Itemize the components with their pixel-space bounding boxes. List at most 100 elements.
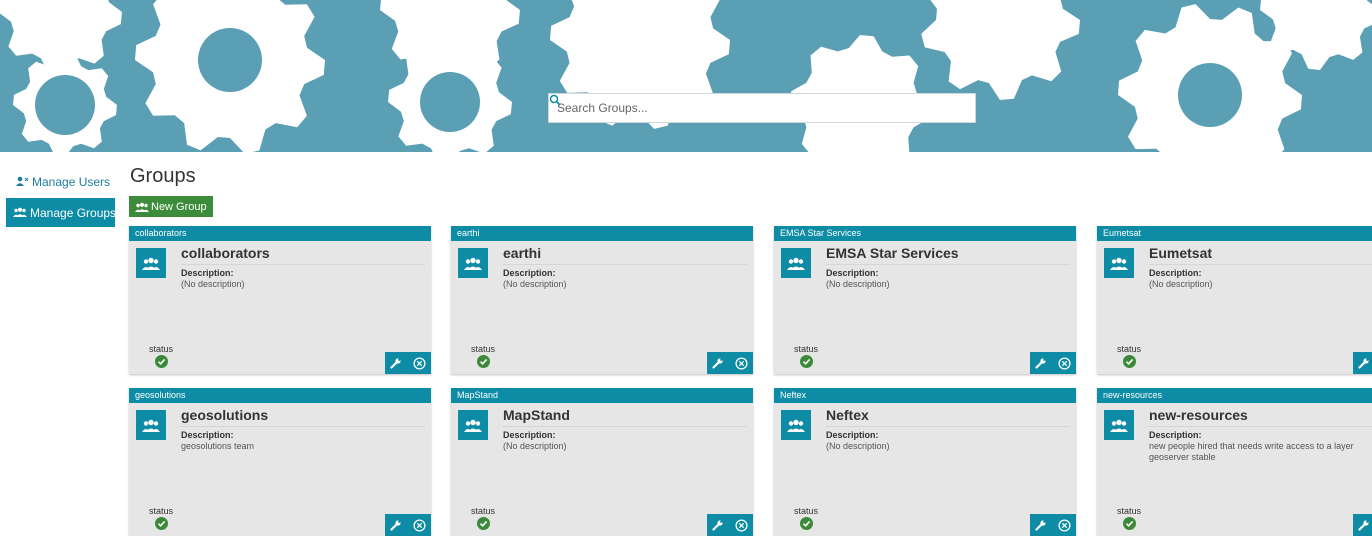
- group-avatar-icon: [1104, 410, 1134, 440]
- group-card-header: collaborators: [129, 226, 431, 241]
- description-label: Description:: [503, 430, 556, 440]
- status-enabled-icon: [1123, 517, 1136, 530]
- delete-circle-icon[interactable]: [1058, 356, 1071, 370]
- group-card[interactable]: MapStand MapStand Description: (No descr…: [451, 388, 753, 536]
- delete-circle-icon[interactable]: [735, 356, 748, 370]
- status-enabled-icon: [800, 355, 813, 368]
- status-label: status: [1117, 344, 1142, 354]
- description-label: Description:: [1149, 430, 1202, 440]
- card-actions: [1030, 514, 1076, 536]
- group-card-header: new-resources: [1097, 388, 1372, 403]
- status-label: status: [794, 344, 819, 354]
- status-enabled-icon: [155, 517, 168, 530]
- group-name: Neftex: [826, 407, 1070, 427]
- status-label: status: [471, 344, 496, 354]
- edit-wrench-icon[interactable]: [1358, 519, 1370, 531]
- group-name: MapStand: [503, 407, 747, 427]
- group-card-header: Eumetsat: [1097, 226, 1372, 241]
- page-title: Groups: [130, 165, 196, 187]
- group-avatar-icon: [781, 248, 811, 278]
- delete-circle-icon[interactable]: [735, 518, 748, 532]
- edit-wrench-icon[interactable]: [1035, 357, 1047, 369]
- delete-circle-icon[interactable]: [413, 518, 426, 532]
- card-actions: [1030, 352, 1076, 374]
- group-avatar-icon: [781, 410, 811, 440]
- group-card-header: geosolutions: [129, 388, 431, 403]
- card-actions: [385, 514, 431, 536]
- group-description: (No description): [181, 279, 245, 289]
- group-avatar-icon: [136, 248, 166, 278]
- group-description: geosolutions team: [181, 441, 255, 451]
- description-label: Description:: [181, 268, 234, 278]
- sidebar-item-label: Manage Users: [32, 175, 111, 189]
- edit-wrench-icon[interactable]: [712, 357, 724, 369]
- group-add-icon: [135, 202, 149, 212]
- sidebar-item-manage-groups[interactable]: Manage Groups: [6, 198, 117, 227]
- group-description: (No description): [1149, 279, 1213, 289]
- group-card[interactable]: geosolutions geosolutions Description: g…: [129, 388, 431, 536]
- edit-wrench-icon[interactable]: [1358, 357, 1370, 369]
- description-label: Description:: [503, 268, 556, 278]
- group-card-header: earthi: [451, 226, 753, 241]
- group-name: EMSA Star Services: [826, 245, 1070, 265]
- gears-pattern: [0, 0, 1372, 152]
- group-card[interactable]: Neftex Neftex Description: (No descripti…: [774, 388, 1076, 536]
- status-enabled-icon: [477, 517, 490, 530]
- description-label: Description:: [181, 430, 234, 440]
- gear-shape: [921, 0, 1080, 100]
- search-box[interactable]: [548, 93, 976, 123]
- group-card-header: MapStand: [451, 388, 753, 403]
- gear-hole: [198, 28, 262, 92]
- group-description: (No description): [826, 279, 890, 289]
- group-card-header: Neftex: [774, 388, 1076, 403]
- group-card[interactable]: Eumetsat Eumetsat Description: (No descr…: [1097, 226, 1372, 374]
- group-card[interactable]: collaborators collaborators Description:…: [129, 226, 431, 374]
- status-label: status: [794, 506, 819, 516]
- group-avatar-icon: [1104, 248, 1134, 278]
- card-actions: [707, 514, 753, 536]
- status-enabled-icon: [800, 517, 813, 530]
- search-icon[interactable]: [549, 94, 975, 122]
- edit-wrench-icon[interactable]: [390, 357, 402, 369]
- edit-wrench-icon[interactable]: [390, 519, 402, 531]
- sidebar-item-label: Manage Groups: [30, 205, 117, 220]
- group-description: (No description): [826, 441, 890, 451]
- gear-hole: [35, 75, 95, 135]
- group-card[interactable]: earthi earthi Description: (No descripti…: [451, 226, 753, 374]
- group-description: (No description): [503, 279, 567, 289]
- group-card[interactable]: EMSA Star Services EMSA Star Services De…: [774, 226, 1076, 374]
- status-enabled-icon: [1123, 355, 1136, 368]
- group-icon: [13, 206, 27, 220]
- card-actions: [1353, 514, 1372, 536]
- group-name: Eumetsat: [1149, 245, 1372, 265]
- edit-wrench-icon[interactable]: [1035, 519, 1047, 531]
- group-avatar-icon: [136, 410, 166, 440]
- status-label: status: [149, 506, 174, 516]
- search-input[interactable]: [549, 94, 947, 122]
- description-label: Description:: [1149, 268, 1202, 278]
- sidebar-item-manage-users[interactable]: Manage Users: [16, 172, 110, 192]
- status-label: status: [1117, 506, 1142, 516]
- delete-circle-icon[interactable]: [1058, 518, 1071, 532]
- group-card[interactable]: new-resources new-resources Description:…: [1097, 388, 1372, 536]
- group-description: new people hired that needs write access…: [1149, 441, 1354, 462]
- new-group-label: New Group: [151, 200, 207, 213]
- status-enabled-icon: [155, 355, 168, 368]
- group-description: (No description): [503, 441, 567, 451]
- card-actions: [1353, 352, 1372, 374]
- group-name: geosolutions: [181, 407, 425, 427]
- group-name: collaborators: [181, 245, 425, 265]
- header-banner: [0, 0, 1372, 152]
- description-label: Description:: [826, 430, 879, 440]
- gear-hole: [1178, 63, 1242, 127]
- group-card-header: EMSA Star Services: [774, 226, 1076, 241]
- delete-circle-icon[interactable]: [413, 356, 426, 370]
- description-label: Description:: [826, 268, 879, 278]
- group-name: earthi: [503, 245, 747, 265]
- card-actions: [707, 352, 753, 374]
- status-enabled-icon: [477, 355, 490, 368]
- card-actions: [385, 352, 431, 374]
- edit-wrench-icon[interactable]: [712, 519, 724, 531]
- new-group-button[interactable]: New Group: [129, 196, 213, 217]
- group-avatar-icon: [458, 248, 488, 278]
